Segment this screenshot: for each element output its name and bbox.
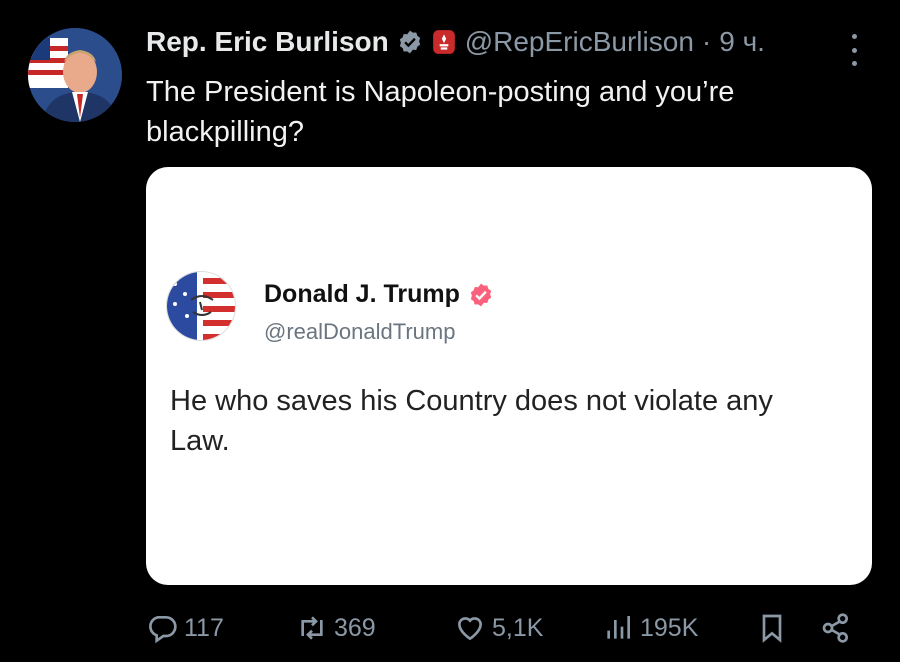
action-bar: 117 369 5,1K 195K [146, 606, 866, 650]
views-button[interactable]: 195K [602, 606, 698, 650]
government-badge-icon [432, 30, 455, 54]
more-icon[interactable] [842, 34, 866, 66]
quoted-name: Donald J. Trump [264, 280, 460, 308]
like-icon [457, 617, 483, 641]
quoted-author: Donald J. Trump [264, 280, 494, 309]
like-button[interactable]: 5,1K [454, 606, 543, 650]
timestamp[interactable]: 9 ч. [719, 26, 765, 58]
bookmark-button[interactable] [756, 606, 788, 650]
like-count: 5,1K [492, 613, 544, 642]
reply-count: 117 [184, 613, 224, 642]
bookmark-icon [762, 614, 782, 643]
author-handle[interactable]: @RepEricBurlison [465, 26, 694, 58]
quoted-post-image[interactable]: Donald J. Trump @realDonaldTrump He who … [146, 167, 872, 585]
tweet-header: Rep. Eric Burlison @RepEricBurlison · 9 … [146, 26, 765, 58]
reply-button[interactable]: 117 [146, 606, 224, 650]
share-button[interactable] [820, 606, 852, 650]
quoted-avatar [166, 271, 236, 341]
avatar[interactable] [28, 28, 122, 122]
reply-icon [149, 616, 177, 644]
verified-icon [470, 283, 492, 306]
retweet-button[interactable]: 369 [296, 606, 376, 650]
quoted-text: He who saves his Country does not violat… [170, 385, 773, 457]
views-count: 195K [640, 613, 699, 642]
share-icon [822, 613, 848, 643]
views-icon [607, 616, 630, 639]
tweet: Rep. Eric Burlison @RepEricBurlison · 9 … [0, 0, 900, 662]
quoted-handle: @realDonaldTrump [264, 319, 456, 344]
retweet-count: 369 [334, 613, 376, 642]
retweet-icon [301, 616, 323, 640]
tweet-text: The President is Napoleon-posting and yo… [146, 76, 735, 148]
author-name[interactable]: Rep. Eric Burlison [146, 26, 389, 58]
verified-icon [399, 30, 420, 54]
separator-dot: · [701, 26, 712, 57]
